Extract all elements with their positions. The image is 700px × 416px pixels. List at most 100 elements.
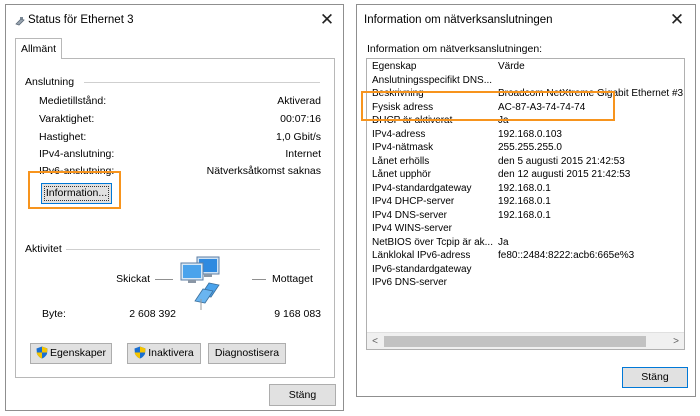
close-button[interactable]: Stäng	[622, 367, 688, 388]
details-subheader: Information om nätverksanslutningen:	[367, 43, 543, 55]
activity-group-label: Aktivitet	[25, 243, 66, 255]
list-item[interactable]: IPv4-adress 192.168.0.103	[367, 128, 684, 143]
property-cell: Lånet upphör	[372, 169, 431, 180]
scroll-left-icon[interactable]: <	[368, 335, 382, 348]
property-cell: Fysisk adress	[372, 101, 434, 113]
information-button[interactable]: Information...	[41, 183, 112, 204]
list-item[interactable]: Lånet upphör den 12 augusti 2015 21:42:53	[367, 169, 684, 183]
disable-button-label: Inaktivera	[148, 347, 194, 359]
speed-value: 1,0 Gbit/s	[276, 131, 321, 143]
duration-label: Varaktighet:	[39, 113, 95, 125]
list-item[interactable]: IPv4 WINS-server	[367, 223, 684, 237]
value-cell: 192.168.0.103	[498, 128, 562, 140]
focus-rectangle	[44, 186, 109, 201]
list-item[interactable]: NetBIOS över Tcpip är ak... Ja	[367, 236, 684, 251]
close-icon[interactable]: ✕	[316, 9, 338, 31]
property-cell: Lånet erhölls	[372, 155, 430, 167]
list-item[interactable]: DHCP är aktiverat Ja	[367, 115, 684, 129]
network-activity-icon	[179, 255, 239, 314]
list-item[interactable]: Fysisk adress AC-87-A3-74-74-74	[367, 101, 684, 116]
window-title: Status för Ethernet 3	[28, 14, 134, 26]
list-item[interactable]: IPv6 DNS-server	[367, 277, 684, 291]
ipv6-connectivity-label: IPv6-anslutning:	[39, 165, 115, 177]
close-button-label: Stäng	[641, 371, 669, 383]
value-cell: Ja	[498, 236, 509, 248]
scroll-right-icon[interactable]: >	[669, 335, 683, 348]
sent-label: Skickat	[116, 273, 150, 285]
property-cell: DHCP är aktiverat	[372, 115, 453, 126]
media-state-value: Aktiverad	[277, 95, 321, 107]
property-cell: IPv4-standardgateway	[372, 182, 472, 194]
sent-dash	[155, 279, 173, 280]
group-divider	[66, 249, 320, 250]
window-title: Information om nätverksanslutningen	[364, 14, 553, 26]
value-cell: den 5 augusti 2015 21:42:53	[498, 155, 625, 167]
property-cell: IPv4 WINS-server	[372, 223, 453, 234]
duration-value: 00:07:16	[280, 113, 321, 125]
list-item[interactable]: Anslutningsspecifikt DNS...	[367, 74, 684, 89]
general-tab-panel: Anslutning Medietillstånd: Aktiverad Var…	[15, 58, 335, 378]
speed-label: Hastighet:	[39, 131, 87, 143]
bytes-sent-value: 2 608 392	[129, 308, 176, 320]
list-item[interactable]: Beskrivning Broadcom NetXtreme Gigabit Et…	[367, 88, 684, 102]
details-titlebar[interactable]: Information om nätverksanslutningen ✕	[357, 5, 695, 35]
ipv6-connectivity-value: Nätverksåtkomst saknas	[206, 165, 321, 177]
property-cell: IPv4-nätmask	[372, 142, 434, 153]
value-cell: 192.168.0.1	[498, 196, 551, 207]
shield-icon	[36, 346, 48, 366]
property-cell: IPv4-adress	[372, 128, 426, 140]
list-item[interactable]: IPv6-standardgateway	[367, 263, 684, 278]
property-cell: IPv4 DNS-server	[372, 209, 448, 221]
value-cell: 192.168.0.1	[498, 182, 551, 194]
close-button[interactable]: Stäng	[269, 384, 336, 406]
received-label: Mottaget	[272, 273, 313, 285]
property-cell: Länklokal IPv6-adress	[372, 250, 471, 261]
bytes-received-value: 9 168 083	[274, 308, 321, 320]
property-cell: Anslutningsspecifikt DNS...	[372, 74, 493, 86]
close-button-label: Stäng	[288, 389, 317, 401]
list-item[interactable]: Länklokal IPv6-adress fe80::2484:8222:acb…	[367, 250, 684, 264]
properties-button[interactable]: Egenskaper	[30, 343, 112, 364]
network-adapter-icon	[15, 16, 25, 29]
property-cell: IPv6-standardgateway	[372, 263, 472, 275]
properties-button-label: Egenskaper	[49, 347, 107, 359]
tab-general[interactable]: Allmänt	[15, 38, 62, 59]
property-cell: NetBIOS över Tcpip är ak...	[372, 236, 493, 248]
details-list[interactable]: Egenskap Värde Anslutningsspecifikt DNS.…	[366, 58, 685, 350]
group-divider	[84, 82, 320, 83]
value-cell: Broadcom NetXtreme Gigabit Ethernet #3	[498, 88, 684, 99]
bytes-label: Byte:	[42, 308, 66, 320]
list-item[interactable]: IPv4 DNS-server 192.168.0.1	[367, 209, 684, 224]
scrollbar-thumb[interactable]	[384, 336, 646, 347]
value-cell: den 12 augusti 2015 21:42:53	[498, 169, 631, 180]
list-item[interactable]: IPv4 DHCP-server 192.168.0.1	[367, 196, 684, 210]
list-item[interactable]: Lånet erhölls den 5 augusti 2015 21:42:53	[367, 155, 684, 170]
column-header-property[interactable]: Egenskap	[372, 61, 496, 72]
value-cell: 255.255.255.0	[498, 142, 562, 153]
received-dash	[252, 279, 266, 280]
value-cell: fe80::2484:8222:acb6:665e%3	[498, 250, 635, 261]
disable-button[interactable]: Inaktivera	[127, 343, 201, 364]
value-cell: Ja	[498, 115, 509, 126]
property-cell: IPv6 DNS-server	[372, 277, 448, 288]
column-header-value[interactable]: Värde	[498, 61, 525, 72]
close-icon[interactable]: ✕	[666, 9, 688, 31]
diagnose-button[interactable]: Diagnostisera	[208, 343, 286, 364]
media-state-label: Medietillstånd:	[39, 95, 107, 107]
status-titlebar[interactable]: Status för Ethernet 3 ✕	[6, 5, 343, 35]
details-window: Information om nätverksanslutningen ✕ In…	[356, 4, 696, 397]
list-header: Egenskap Värde	[367, 61, 684, 75]
property-cell: IPv4 DHCP-server	[372, 196, 455, 207]
connection-group-label: Anslutning	[25, 76, 79, 88]
ipv4-connectivity-label: IPv4-anslutning:	[39, 148, 115, 160]
value-cell: 192.168.0.1	[498, 209, 551, 221]
property-cell: Beskrivning	[372, 88, 424, 99]
shield-icon	[134, 346, 146, 366]
list-item[interactable]: IPv4-nätmask 255.255.255.0	[367, 142, 684, 156]
status-window: Status för Ethernet 3 ✕ Allmänt Anslutni…	[5, 4, 344, 411]
horizontal-scrollbar[interactable]: < >	[367, 332, 684, 349]
value-cell: AC-87-A3-74-74-74	[498, 101, 586, 113]
list-item[interactable]: IPv4-standardgateway 192.168.0.1	[367, 182, 684, 197]
diagnose-button-label: Diagnostisera	[214, 347, 280, 359]
ipv4-connectivity-value: Internet	[285, 148, 321, 160]
